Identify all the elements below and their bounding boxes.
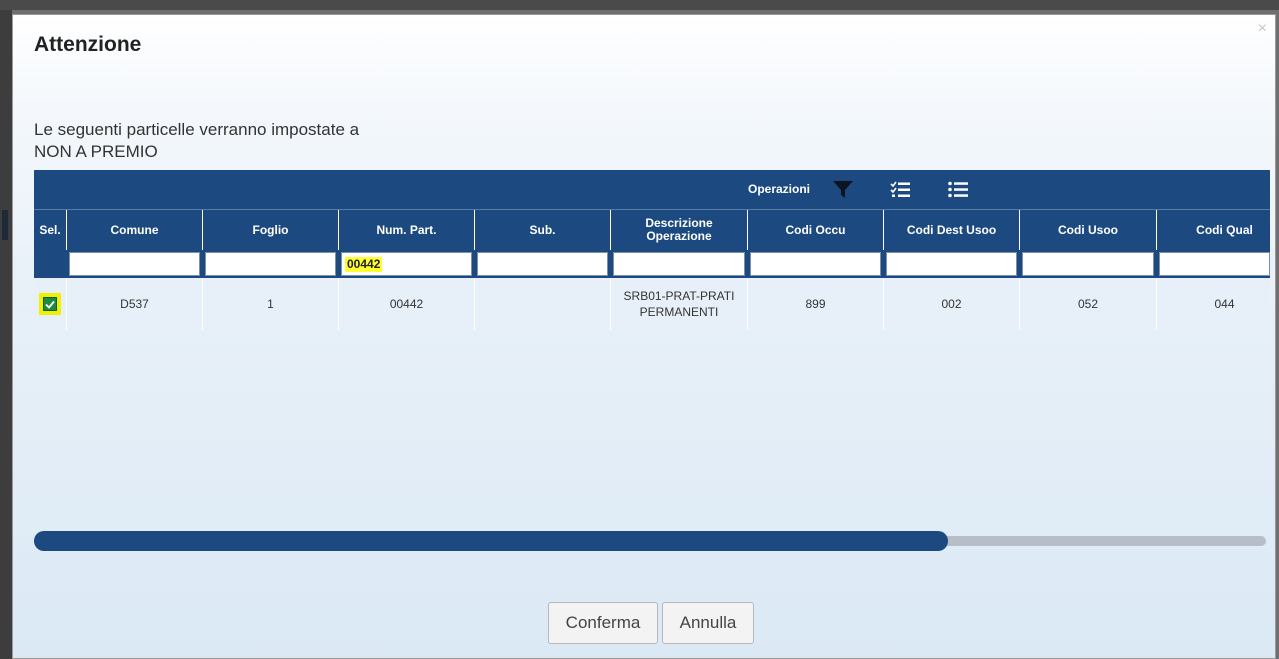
- filter-foglio-input[interactable]: [205, 252, 336, 276]
- cell-foglio: 1: [202, 278, 338, 330]
- operazioni-label: Operazioni: [748, 182, 811, 196]
- row-select-highlight: [39, 293, 61, 315]
- cell-num-part: 00442: [338, 278, 474, 330]
- cell-codi-usoo: 052: [1019, 278, 1156, 330]
- row-select-checkbox[interactable]: [43, 297, 57, 311]
- filter-codi-occu-input[interactable]: [750, 252, 881, 276]
- dialog-message: Le seguenti particelle verranno impostat…: [34, 119, 359, 163]
- filter-codi-qual-input[interactable]: [1159, 252, 1270, 276]
- cell-codi-qual: 044: [1156, 278, 1270, 330]
- message-line-2: NON A PREMIO: [34, 142, 158, 161]
- col-header-foglio[interactable]: Foglio: [202, 210, 338, 250]
- cell-comune: D537: [66, 278, 202, 330]
- filter-icon[interactable]: [831, 178, 855, 200]
- checklist-icon[interactable]: [889, 178, 913, 200]
- col-header-codi-dest-usoo[interactable]: Codi Dest Usoo: [883, 210, 1019, 250]
- col-header-comune[interactable]: Comune: [66, 210, 202, 250]
- filter-descrizione-input[interactable]: [613, 252, 745, 276]
- filter-num-part-input[interactable]: 00442: [341, 252, 472, 276]
- filter-num-part-value: 00442: [345, 257, 383, 272]
- col-header-codi-qual[interactable]: Codi Qual: [1156, 210, 1270, 250]
- grid-toolbar: Operazioni: [34, 170, 1270, 209]
- col-header-codi-usoo[interactable]: Codi Usoo: [1019, 210, 1156, 250]
- cell-descrizione: SRB01-PRAT-PRATI PERMANENTI: [610, 278, 747, 330]
- filter-comune-input[interactable]: [69, 252, 200, 276]
- message-line-1: Le seguenti particelle verranno impostat…: [34, 120, 360, 139]
- row-select-cell[interactable]: [34, 278, 66, 330]
- col-header-num-part[interactable]: Num. Part.: [338, 210, 474, 250]
- checkmark-icon: [45, 300, 55, 309]
- window-left-edge: [0, 10, 12, 659]
- cell-descrizione-line2: PERMANENTI: [639, 305, 719, 319]
- table-row[interactable]: D537 1 00442 SRB01-PRAT-PRATI PERMANENTI…: [34, 278, 1270, 330]
- filter-codi-dest-usoo-input[interactable]: [886, 252, 1017, 276]
- particelle-grid: Operazioni Sel. Comune Foglio Num. Part.…: [34, 170, 1270, 330]
- close-icon[interactable]: ×: [1258, 21, 1267, 37]
- col-header-descrizione[interactable]: Descrizione Operazione: [610, 210, 747, 250]
- filter-codi-usoo-input[interactable]: [1022, 252, 1154, 276]
- conferma-button[interactable]: Conferma: [548, 602, 658, 644]
- col-header-codi-occu[interactable]: Codi Occu: [747, 210, 883, 250]
- cell-descrizione-line1: SRB01-PRAT-PRATI: [623, 289, 735, 303]
- col-header-sel[interactable]: Sel.: [34, 210, 66, 250]
- attention-dialog: Attenzione × Le seguenti particelle verr…: [12, 14, 1276, 659]
- grid-header-row: Sel. Comune Foglio Num. Part. Sub. Descr…: [34, 209, 1270, 250]
- col-header-sub[interactable]: Sub.: [474, 210, 610, 250]
- annulla-button[interactable]: Annulla: [662, 602, 754, 644]
- cell-sub: [474, 278, 610, 330]
- edge-marker: [2, 210, 8, 240]
- window-top-bar: [0, 0, 1279, 10]
- cell-codi-occu: 899: [747, 278, 883, 330]
- filter-sub-input[interactable]: [477, 252, 608, 276]
- dialog-title: Attenzione: [34, 33, 142, 56]
- list-icon[interactable]: [946, 178, 970, 200]
- cell-codi-dest-usoo: 002: [883, 278, 1019, 330]
- horizontal-scrollbar-thumb[interactable]: [34, 531, 948, 551]
- grid-filter-row: 00442: [34, 250, 1270, 278]
